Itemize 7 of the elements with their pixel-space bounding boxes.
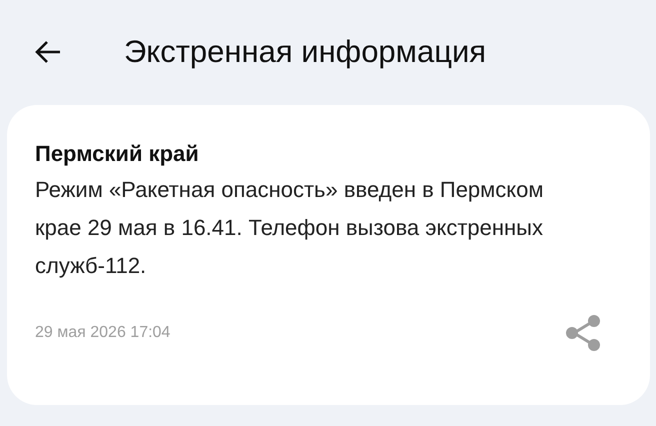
page-title: Экстренная информация: [124, 34, 486, 70]
share-button[interactable]: [566, 315, 600, 351]
message-date: 29 мая 2026 17:04: [35, 324, 170, 342]
message-region: Пермский край: [35, 140, 200, 168]
share-icon: [566, 315, 600, 351]
message-text: Режим «Ракетная опасность» введен в Пермском крае 29 мая в 16.41. Телефон вызова экстренных служб-112.: [35, 176, 545, 280]
back-arrow-icon: [34, 40, 62, 64]
